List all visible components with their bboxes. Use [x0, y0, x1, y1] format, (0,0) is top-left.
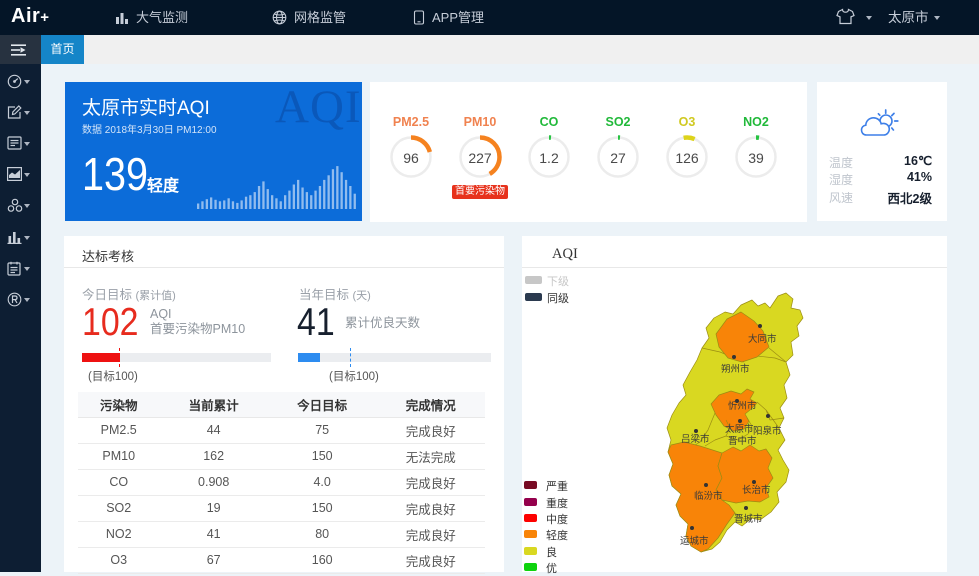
svg-text:晋城市: 晋城市: [734, 513, 763, 525]
svg-text:忻州市: 忻州市: [728, 400, 757, 412]
svg-text:晋中市: 晋中市: [728, 435, 757, 447]
svg-text:阳泉市: 阳泉市: [753, 425, 782, 437]
svg-text:朔州市: 朔州市: [721, 363, 750, 375]
svg-text:大同市: 大同市: [748, 333, 777, 345]
svg-text:运城市: 运城市: [680, 535, 709, 547]
svg-text:太原市: 太原市: [725, 423, 754, 435]
svg-text:吕梁市: 吕梁市: [681, 433, 710, 445]
svg-text:临汾市: 临汾市: [694, 490, 723, 502]
svg-text:长治市: 长治市: [742, 484, 771, 496]
